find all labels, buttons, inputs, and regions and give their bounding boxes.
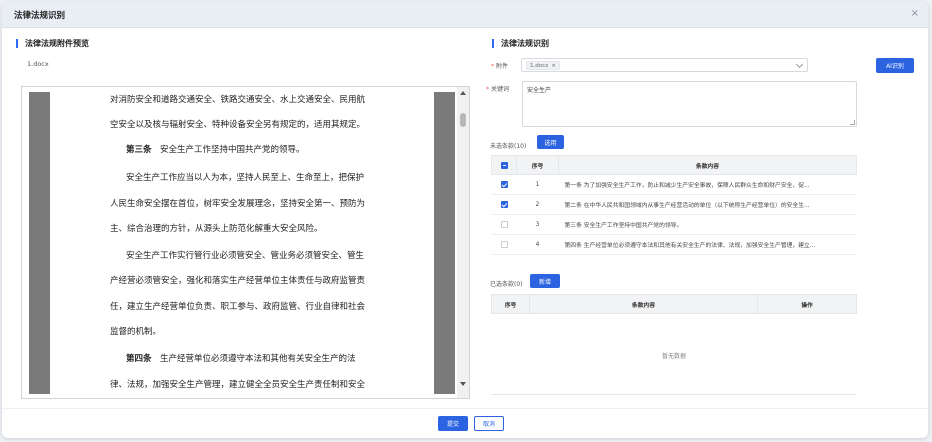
- table-header-row: 序号 条款内容 操作: [491, 294, 857, 314]
- article-number: 第三条: [126, 145, 152, 155]
- document-line: 产经营必须管安全，强化和落实生产经营单位主体责任与政府监管责: [110, 274, 365, 286]
- preview-section-title: 法律法规附件预览: [16, 39, 89, 48]
- col-header-index: 序号: [491, 294, 530, 314]
- scroll-down-icon[interactable]: [460, 382, 466, 386]
- keyword-value: 安全生产: [527, 87, 552, 94]
- document-line: 律、法规，加强安全生产管理，建立健全全员安全生产责任制和安全: [110, 378, 365, 390]
- article-number: 第四条: [126, 354, 152, 364]
- table-row[interactable]: 4 第四条 生产经营单位必须遵守本法和其他有关安全生产的法律、法规，加强安全生产管…: [491, 234, 857, 255]
- line-text: 安全生产工作应当以人为本，坚持人民至上、生命至上，把保护: [126, 173, 365, 183]
- row-select-cell: [491, 174, 517, 195]
- document-line: 任，建立生产经营单位负责、职工参与、政府监管、行业自律和社会: [110, 300, 365, 312]
- attachment-select[interactable]: 1.docx ×: [521, 58, 808, 72]
- document-line: 空安全以及核与辐射安全、特种设备安全另有规定的，适用其规定。: [110, 118, 365, 130]
- col-header-action: 操作: [757, 294, 857, 314]
- table-header-row: 序号 条款内容: [491, 155, 857, 175]
- table-row[interactable]: 1 第一条 为了加强安全生产工作，防止和减少生产安全事故，保障人民群众生命和财产安…: [491, 174, 857, 195]
- pending-clauses-table: 序号 条款内容 1 第一条 为了加强安全生产工作，防止和减少生产安全事故，保障人民…: [491, 155, 857, 255]
- col-header-content: 条款内容: [529, 294, 758, 314]
- pending-clauses-label: 未选条款(10): [490, 143, 527, 150]
- apply-button[interactable]: 选用: [537, 135, 564, 149]
- footer-divider: [2, 408, 928, 409]
- preview-scrollbar[interactable]: [457, 87, 469, 398]
- selected-clauses-label: 已选条款(0): [490, 281, 523, 288]
- row-index: 3: [516, 214, 559, 235]
- document-line: 对消防安全和道路交通安全、铁路交通安全、水上交通安全、民用航: [110, 93, 365, 105]
- empty-text: 暂无数据: [661, 353, 686, 360]
- page-gutter-left: [29, 92, 50, 394]
- document-line: 人民生命安全摆在首位，树牢安全发展理念，坚持安全第一、预防为: [110, 197, 365, 209]
- submit-button[interactable]: 提交: [438, 416, 468, 431]
- document-preview[interactable]: 对消防安全和道路交通安全、铁路交通安全、水上交通安全、民用航 空安全以及核与辐射安…: [21, 86, 470, 399]
- col-header-index: 序号: [516, 155, 559, 175]
- keyword-textarea[interactable]: 安全生产: [522, 81, 857, 127]
- line-text: 任，建立生产经营单位负责、职工参与、政府监管、行业自律和社会: [110, 302, 366, 312]
- document-line: 监督的机制。: [110, 325, 161, 337]
- table-row[interactable]: 3 第三条 安全生产工作坚持中国共产党的领导。: [491, 214, 857, 235]
- attachment-tag-label: 1.docx: [530, 63, 549, 69]
- scroll-up-icon[interactable]: [460, 91, 466, 95]
- add-button[interactable]: 新增: [530, 274, 560, 288]
- row-index: 1: [516, 174, 559, 195]
- row-checkbox[interactable]: [500, 241, 508, 248]
- select-all-cell: [491, 155, 517, 175]
- row-content: 第二条 在中华人民共和国领域内从事生产经营活动的单位（以下统称生产经营单位）的安…: [558, 194, 857, 215]
- selected-clauses-table: 序号 条款内容 操作: [491, 294, 857, 314]
- law-recognition-dialog: 法律法规识别 × 法律法规附件预览 1.docx 对消防安全和道路交通安全、铁路…: [2, 2, 928, 438]
- line-text: 产经营必须管安全，强化和落实生产经营单位主体责任与政府监管责: [110, 276, 366, 286]
- row-index: 2: [516, 194, 559, 215]
- chevron-down-icon[interactable]: [795, 60, 804, 69]
- close-icon[interactable]: ×: [911, 8, 919, 20]
- row-select-cell: [491, 234, 517, 255]
- row-index: 4: [516, 234, 559, 255]
- recognition-section-title: 法律法规识别: [492, 39, 549, 48]
- page-gutter-right: [434, 92, 455, 394]
- row-checkbox[interactable]: [500, 201, 508, 208]
- col-header-content: 条款内容: [558, 155, 857, 175]
- table-row[interactable]: 2 第二条 在中华人民共和国领域内从事生产经营活动的单位（以下统称生产经营单位）的…: [491, 194, 857, 215]
- select-all-checkbox[interactable]: [500, 161, 508, 169]
- line-text: 主、综合治理的方针，从源头上防范化解重大安全风险。: [110, 224, 323, 234]
- document-line: 安全生产工作实行管行业必须管安全、管业务必须管安全、管生: [126, 249, 364, 261]
- dialog-title: 法律法规识别: [14, 10, 66, 21]
- row-content: 第三条 安全生产工作坚持中国共产党的领导。: [558, 214, 857, 235]
- empty-state: 暂无数据: [491, 314, 857, 395]
- document-line: 第三条 安全生产工作坚持中国共产党的领导。: [126, 143, 305, 155]
- line-text: 安全生产工作坚持中国共产党的领导。: [151, 145, 305, 155]
- scrollbar-thumb[interactable]: [460, 113, 466, 127]
- cancel-button[interactable]: 取消: [474, 416, 504, 431]
- row-checkbox[interactable]: [500, 181, 508, 188]
- document-line: 安全生产工作应当以人为本，坚持人民至上、生命至上，把保护: [126, 171, 364, 183]
- keyword-label: * 关键词: [486, 86, 510, 93]
- line-text: 空安全以及核与辐射安全、特种设备安全另有规定的，适用其规定。: [110, 120, 366, 130]
- attachment-filename[interactable]: 1.docx: [27, 60, 49, 68]
- row-checkbox[interactable]: [500, 221, 508, 228]
- resize-handle-icon[interactable]: [850, 120, 855, 125]
- line-text: 监督的机制。: [110, 327, 162, 337]
- document-line: 第四条 生产经营单位必须遵守本法和其他有关安全生产的法: [126, 352, 356, 364]
- row-select-cell: [491, 194, 517, 215]
- line-text: 律、法规，加强安全生产管理，建立健全全员安全生产责任制和安全: [110, 380, 366, 390]
- tag-close-icon[interactable]: ×: [551, 62, 556, 69]
- attachment-label: * 附件: [491, 63, 509, 70]
- line-text: 人民生命安全摆在首位，树牢安全发展理念，坚持安全第一、预防为: [110, 199, 366, 209]
- line-text: 生产经营单位必须遵守本法和其他有关安全生产的法: [151, 354, 356, 364]
- row-content: 第一条 为了加强安全生产工作，防止和减少生产安全事故，保障人民群众生命和财产安全…: [558, 174, 857, 195]
- line-text: 安全生产工作实行管行业必须管安全、管业务必须管安全、管生: [126, 251, 365, 261]
- row-select-cell: [491, 214, 517, 235]
- dialog-header: 法律法规识别 ×: [2, 2, 928, 28]
- attachment-tag: 1.docx ×: [526, 61, 560, 70]
- row-content: 第四条 生产经营单位必须遵守本法和其他有关安全生产的法律、法规，加强安全生产管理…: [558, 234, 857, 255]
- line-text: 对消防安全和道路交通安全、铁路交通安全、水上交通安全、民用航: [110, 95, 366, 105]
- document-line: 主、综合治理的方针，从源头上防范化解重大安全风险。: [110, 222, 323, 234]
- ai-recognize-button[interactable]: AI识别: [876, 58, 914, 73]
